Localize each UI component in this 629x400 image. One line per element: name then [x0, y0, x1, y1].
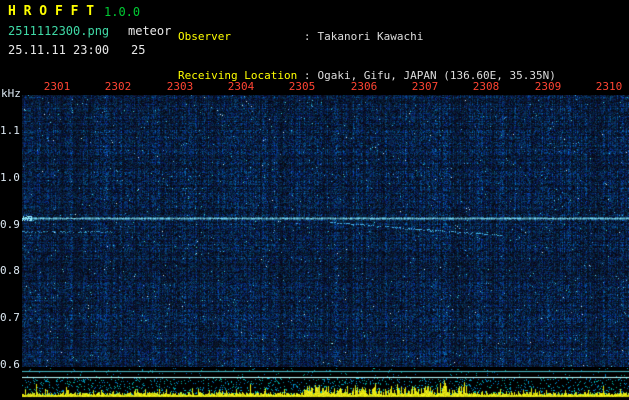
output-filename: 2511112300.png — [8, 24, 110, 38]
time-tick-label: 2304 — [227, 80, 255, 93]
time-tick-label: 2305 — [288, 80, 316, 93]
info-row-observer: Observer: Takanori Kawachi — [178, 30, 556, 43]
freq-tick-label: 0.7 — [0, 311, 20, 324]
spectrogram-canvas — [22, 95, 629, 367]
freq-tick-label: 1.0 — [0, 171, 20, 184]
freq-tick-label: 0.8 — [0, 264, 20, 277]
datetime-label: 25.11.11 23:00 — [8, 43, 110, 57]
app-version: 1.0.0 — [104, 5, 141, 19]
freq-tick-label: 1.1 — [0, 124, 20, 137]
time-tick-label: 2301 — [43, 80, 71, 93]
activity-strip-canvas — [22, 368, 629, 400]
info-colon: : — [303, 30, 311, 43]
hrofft-window: H R O F F T 1.0.0 2511112300.png meteor … — [0, 0, 629, 400]
freq-tick-label: 0.9 — [0, 218, 20, 231]
info-label: Observer — [178, 30, 231, 43]
app-title: H R O F F T — [8, 4, 95, 19]
mode-label: meteor — [128, 24, 172, 38]
time-tick-label: 2302 — [104, 80, 132, 93]
count-label: 25 — [131, 43, 146, 57]
time-tick-label: 2308 — [472, 80, 500, 93]
time-tick-label: 2303 — [166, 80, 194, 93]
freq-unit-label: kHz — [1, 87, 21, 100]
info-value: Takanori Kawachi — [317, 30, 424, 43]
time-tick-label: 2310 — [595, 80, 623, 93]
time-tick-label: 2309 — [534, 80, 562, 93]
time-tick-label: 2307 — [411, 80, 439, 93]
time-tick-label: 2306 — [350, 80, 378, 93]
freq-tick-label: 0.6 — [0, 358, 20, 371]
